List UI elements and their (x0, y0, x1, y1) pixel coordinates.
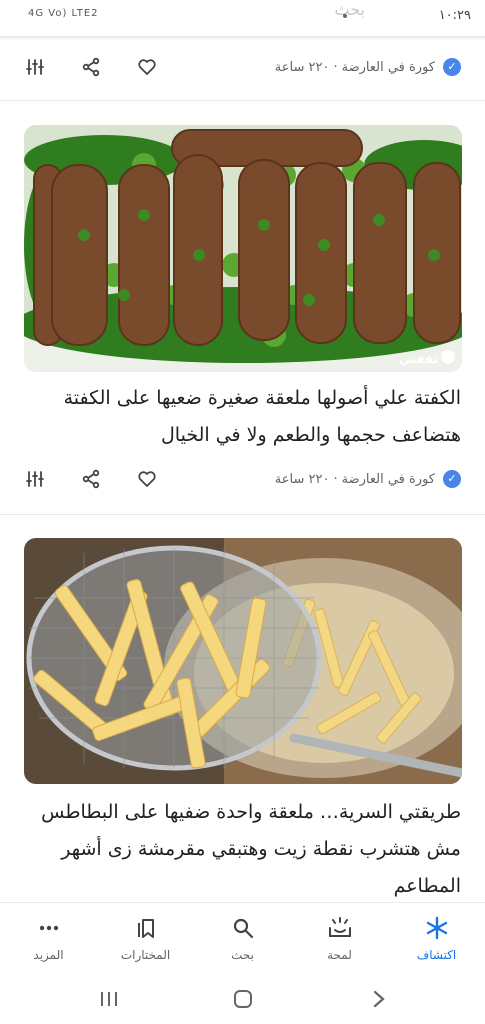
ghost-search-text: بحث (334, 0, 366, 19)
article-image-kofta[interactable]: ثقفني (24, 125, 462, 372)
image-watermark: ثقفني (399, 352, 438, 366)
recents-icon[interactable] (94, 986, 124, 1012)
bookmarks-icon (134, 916, 158, 944)
article-age: ٢٢٠ ساعة (274, 471, 330, 487)
article-source[interactable]: ✓ كورة في العارضة · ٢٢٠ ساعة (275, 58, 461, 76)
share-icon[interactable] (78, 54, 104, 80)
article-headline[interactable]: الكفتة علي أصولها ملعقة صغيرة ضعيها على … (21, 380, 461, 454)
notification-dot (343, 14, 347, 18)
nav-label: بحث (231, 947, 254, 962)
article-headline[interactable]: طريقتي السرية… ملعقة واحدة ضفيها على الب… (21, 794, 461, 905)
glance-icon (327, 916, 353, 944)
share-icon[interactable] (78, 466, 104, 492)
verified-check-icon: ✓ (443, 58, 461, 76)
nav-more[interactable]: المزيد (0, 903, 97, 974)
search-icon (231, 916, 255, 944)
home-icon[interactable] (228, 986, 258, 1012)
article-meta-row: ✓ كورة في العارضة · ٢٢٠ ساعة (0, 48, 485, 88)
nav-discover[interactable]: اكتشاف (388, 903, 485, 974)
verified-check-icon: ✓ (443, 470, 461, 488)
source-name: كورة في العارضة (341, 59, 435, 75)
nav-label: لمحة (327, 947, 352, 962)
nav-search[interactable]: بحث (194, 903, 291, 974)
card-divider (0, 514, 485, 515)
bottom-navigation: اكتشاف لمحة بحث المختارات المزيد (0, 902, 485, 974)
more-icon (37, 916, 61, 944)
clock: ١٠:٢٩ (438, 8, 471, 23)
nav-label: المختارات (120, 947, 171, 962)
nav-label: المزيد (33, 947, 64, 962)
network-indicator: 4G Vo) LTE2 (28, 8, 99, 19)
nav-collections[interactable]: المختارات (97, 903, 194, 974)
status-bar: 4G Vo) LTE2 بحث ١٠:٢٩ (0, 0, 485, 36)
source-name: كورة في العارضة (341, 471, 435, 487)
article-age: ٢٢٠ ساعة (274, 59, 330, 75)
heart-icon[interactable] (134, 466, 160, 492)
tune-icon[interactable] (22, 466, 48, 492)
system-nav-bar (0, 974, 485, 1024)
asterisk-icon (425, 916, 449, 944)
tune-icon[interactable] (22, 54, 48, 80)
article-meta-row: ✓ كورة في العارضة · ٢٢٠ ساعة (0, 460, 485, 500)
header-shadow (0, 36, 485, 40)
article-source[interactable]: ✓ كورة في العارضة · ٢٢٠ ساعة (275, 470, 461, 488)
article-image-fries[interactable] (24, 538, 462, 784)
nav-label: اكتشاف (416, 947, 457, 962)
heart-icon[interactable] (134, 54, 160, 80)
back-chevron-icon[interactable] (364, 986, 394, 1012)
card-divider (0, 100, 485, 101)
nav-glance[interactable]: لمحة (291, 903, 388, 974)
